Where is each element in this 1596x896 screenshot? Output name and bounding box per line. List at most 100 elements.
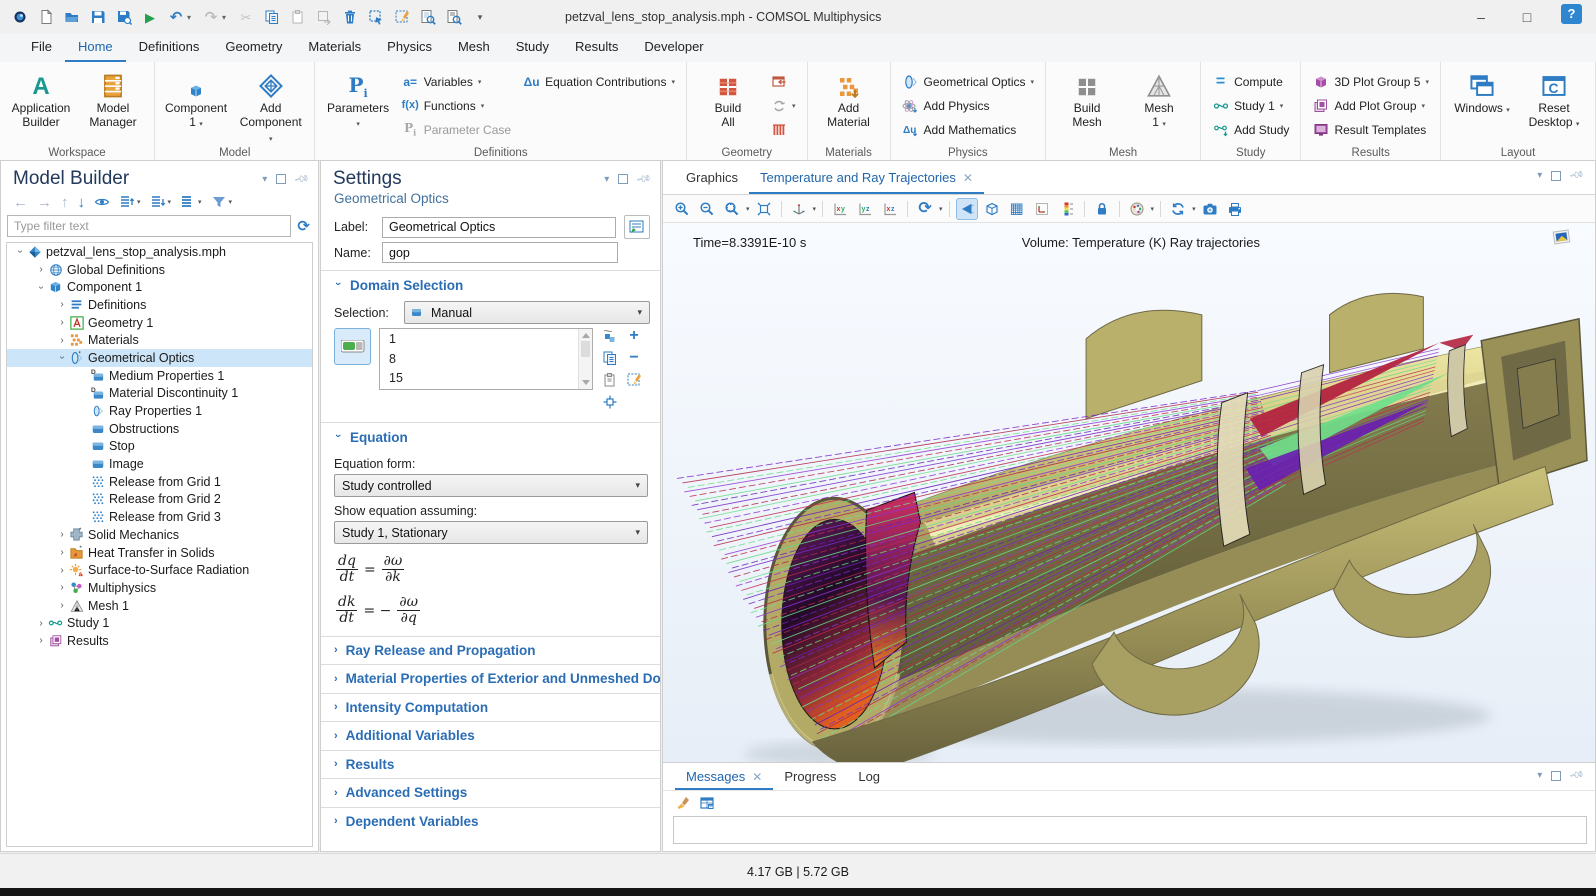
update-plot-icon[interactable] (1167, 198, 1189, 220)
study-1-button[interactable]: Study 1▾ (1208, 94, 1293, 117)
color-theme-dropdown-icon[interactable]: ▾ (1151, 205, 1155, 213)
windows-button[interactable]: Windows ▾ (1448, 65, 1516, 115)
expander-icon[interactable]: › (34, 618, 48, 629)
add-physics-button[interactable]: Add Physics (898, 94, 1039, 117)
add-to-selection-icon[interactable]: + (625, 328, 643, 344)
tree-item-stop[interactable]: Stop (7, 438, 312, 456)
add-mathematics-button[interactable]: ΔuAdd Mathematics (898, 118, 1039, 141)
tree-item-geometry-1[interactable]: ›Geometry 1 (7, 314, 312, 332)
qat-more-icon[interactable]: ▾ (468, 5, 492, 29)
zoom-box-dropdown-icon[interactable]: ▾ (746, 205, 750, 213)
tree-item-global-definitions[interactable]: ›Global Definitions (7, 261, 312, 279)
expander-icon[interactable]: › (55, 565, 69, 576)
tree-item-mesh-1[interactable]: ›Mesh 1 (7, 597, 312, 615)
add-plot-group-button[interactable]: Add Plot Group▾ (1308, 94, 1433, 117)
section-view-icon[interactable]: ▾ (180, 194, 202, 210)
build-all-button[interactable]: Build All (694, 65, 762, 130)
show-grid-icon[interactable]: ▦ (1006, 198, 1028, 220)
selection-list-item[interactable]: 15 (380, 368, 592, 388)
tree-item-ray-properties-1[interactable]: Ray Properties 1 (7, 402, 312, 420)
add-component-button[interactable]: Add Component ▾ (234, 65, 307, 144)
section-domain-selection[interactable]: › Domain Selection (321, 271, 660, 298)
show-icon[interactable] (94, 194, 110, 210)
panel-menu-icon[interactable]: ▾ (1537, 770, 1542, 781)
mesh-1-button[interactable]: Mesh 1 ▾ (1125, 65, 1193, 130)
tree-item-definitions[interactable]: ›Definitions (7, 296, 312, 314)
tree-filter-input[interactable] (7, 215, 291, 237)
menu-tab-developer[interactable]: Developer (631, 34, 716, 62)
tree-item-release-from-grid-1[interactable]: Release from Grid 1 (7, 473, 312, 491)
compute-button[interactable]: =Compute (1208, 70, 1293, 93)
geom-virtual-button[interactable] (766, 118, 800, 141)
redo-dropdown-icon[interactable]: ▾ (222, 13, 232, 22)
float-panel-icon[interactable] (1551, 171, 1561, 181)
tree-item-release-from-grid-2[interactable]: Release from Grid 2 (7, 491, 312, 509)
reset-desktop-button[interactable]: CReset Desktop ▾ (1520, 65, 1588, 130)
view-xy-icon[interactable]: xy (829, 198, 851, 220)
new-file-icon[interactable] (34, 5, 58, 29)
float-panel-icon[interactable] (618, 174, 628, 184)
section-material-properties-of-exterior-and-unmeshed-domains[interactable]: ›Material Properties of Exterior and Unm… (321, 664, 660, 693)
find-in-model-icon[interactable] (442, 5, 466, 29)
expander-icon[interactable]: › (34, 264, 48, 275)
geom-rebuild-button[interactable]: ▾ (766, 94, 800, 117)
maximize-button[interactable]: □ (1504, 0, 1550, 34)
component-1-button[interactable]: Component 1 ▾ (162, 65, 230, 130)
default-view-icon[interactable] (788, 198, 810, 220)
expander-icon[interactable]: › (55, 299, 69, 310)
tree-item-multiphysics[interactable]: ›Multiphysics (7, 579, 312, 597)
model-manager-button[interactable]: Model Manager (79, 65, 147, 130)
show-equation-dropdown[interactable]: Study 1, Stationary▾ (334, 521, 648, 544)
selection-list-scrollbar[interactable] (578, 329, 592, 389)
rotate-dropdown-icon[interactable]: ▾ (939, 205, 943, 213)
rename-button[interactable] (624, 215, 650, 239)
panel-menu-icon[interactable]: ▾ (262, 174, 267, 185)
label-field[interactable] (382, 217, 616, 238)
messages-tab-log[interactable]: Log (847, 763, 891, 790)
pin-icon[interactable]: 📌︎ (1568, 167, 1585, 183)
parameter-case-button[interactable]: PiParameter Case (398, 118, 515, 141)
menu-tab-materials[interactable]: Materials (295, 34, 374, 62)
add-study-button[interactable]: Add Study (1208, 118, 1293, 141)
tree-item-obstructions[interactable]: Obstructions (7, 420, 312, 438)
color-theme-icon[interactable] (1126, 198, 1148, 220)
expander-icon[interactable]: › (55, 547, 69, 558)
save-icon[interactable] (86, 5, 110, 29)
section-equation[interactable]: › Equation (321, 423, 660, 450)
view-yz-icon[interactable]: yz (854, 198, 876, 220)
zoom-to-selection-icon[interactable] (601, 394, 619, 410)
clear-selection-icon[interactable] (625, 372, 643, 388)
float-panel-icon[interactable] (1551, 771, 1561, 781)
print-icon[interactable] (1224, 198, 1246, 220)
pin-icon[interactable]: 📌︎ (635, 171, 652, 187)
expander-icon[interactable]: › (55, 582, 69, 593)
message-table-icon[interactable] (699, 795, 715, 811)
section-advanced-settings[interactable]: ›Advanced Settings (321, 778, 660, 807)
tree-item-solid-mechanics[interactable]: ›*Solid Mechanics (7, 526, 312, 544)
redo-icon[interactable]: ↷ (199, 5, 223, 29)
remove-from-selection-icon[interactable]: − (625, 350, 643, 366)
result-templates-button[interactable]: Result Templates (1308, 118, 1433, 141)
section-dependent-variables[interactable]: ›Dependent Variables (321, 807, 660, 836)
graphics-tab-graphics[interactable]: Graphics (675, 161, 749, 194)
color-legend-icon[interactable] (1056, 198, 1078, 220)
menu-tab-definitions[interactable]: Definitions (126, 34, 213, 62)
collapse-all-icon[interactable]: ▾ (150, 194, 172, 210)
up-icon[interactable]: ↑ (61, 195, 69, 210)
snapshot-icon[interactable] (1199, 198, 1221, 220)
environment-icon[interactable] (981, 198, 1003, 220)
tree-item-heat-transfer-in-solids[interactable]: ›*Heat Transfer in Solids (7, 544, 312, 562)
cut-icon[interactable]: ✂ (234, 5, 258, 29)
default-view-dropdown-icon[interactable]: ▾ (813, 205, 817, 213)
menu-tab-physics[interactable]: Physics (374, 34, 445, 62)
geometrical-optics-button[interactable]: Geometrical Optics▾ (898, 70, 1039, 93)
tree-item-surface-to-surface-radiation[interactable]: ›!Surface-to-Surface Radiation (7, 561, 312, 579)
save-as-icon[interactable] (112, 5, 136, 29)
expander-icon[interactable]: › (55, 335, 69, 346)
menu-tab-file[interactable]: File (18, 34, 65, 62)
help-button[interactable]: ? (1561, 4, 1582, 24)
show-axes-icon[interactable] (1031, 198, 1053, 220)
zoom-box-icon[interactable] (721, 198, 743, 220)
tree-item-medium-properties-1[interactable]: DMedium Properties 1 (7, 367, 312, 385)
tree-item-geometrical-optics[interactable]: ›*Geometrical Optics (7, 349, 312, 367)
